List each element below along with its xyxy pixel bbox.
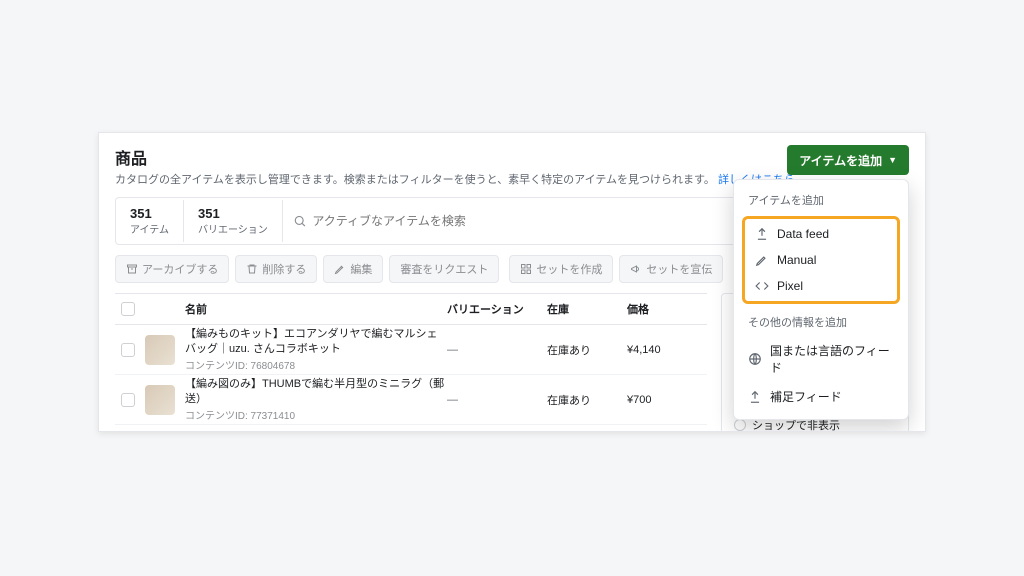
content-id: コンテンツID: 76804678 <box>185 357 447 372</box>
dropdown-item-data-feed[interactable]: Data feed <box>745 221 897 247</box>
row-checkbox[interactable] <box>121 343 135 357</box>
dropdown-section-title: その他の情報を追加 <box>738 310 904 336</box>
table-row[interactable]: 【毛糸】Terrier テリア｜[hus:] Factory Special S… <box>115 425 707 432</box>
upload-icon <box>755 227 769 241</box>
product-thumbnail <box>145 385 175 415</box>
col-price: 価格 <box>627 301 707 317</box>
col-stock: 在庫 <box>547 301 627 317</box>
product-name: 【編み図のみ】THUMBで編む半月型のミニラグ（郵送） <box>185 377 447 407</box>
code-icon <box>755 279 769 293</box>
dropdown-item-pixel[interactable]: Pixel <box>745 273 897 299</box>
search-icon <box>293 214 307 228</box>
table-row[interactable]: 【編み図のみ】THUMBで編む半月型のミニラグ（郵送） コンテンツID: 773… <box>115 375 707 425</box>
add-items-dropdown: アイテムを追加 Data feed Manual Pixel その他の情報を追加… <box>733 179 909 420</box>
radio-icon <box>734 419 746 431</box>
highlighted-group: Data feed Manual Pixel <box>742 216 900 304</box>
create-set-button[interactable]: セットを作成 <box>509 255 613 283</box>
product-thumbnail <box>145 335 175 365</box>
dropdown-item-supp-feed[interactable]: 補足フィード <box>738 382 904 411</box>
items-table: 名前 バリエーション 在庫 価格 【編みものキット】エコアンダリヤで編むマルシェ… <box>115 293 707 432</box>
col-variation: バリエーション <box>447 301 547 317</box>
delete-button[interactable]: 削除する <box>235 255 317 283</box>
globe-icon <box>748 352 762 366</box>
dropdown-item-locale-feed[interactable]: 国または言語のフィード <box>738 336 904 382</box>
upload-icon <box>748 390 762 404</box>
row-checkbox[interactable] <box>121 393 135 407</box>
col-name: 名前 <box>185 301 447 317</box>
trash-icon <box>246 263 258 275</box>
pencil-icon <box>334 263 346 275</box>
table-row[interactable]: 【編みものキット】エコアンダリヤで編むマルシェバッグ｜uzu. さんコラボキット… <box>115 325 707 375</box>
add-items-button[interactable]: アイテムを追加 ▼ <box>787 145 909 175</box>
content-id: コンテンツID: 77371410 <box>185 407 447 422</box>
dropdown-section-title: アイテムを追加 <box>738 188 904 214</box>
variations-count: 351 バリエーション <box>184 200 283 242</box>
product-name: 【編みものキット】エコアンダリヤで編むマルシェバッグ｜uzu. さんコラボキット <box>185 327 447 357</box>
table-header: 名前 バリエーション 在庫 価格 <box>115 293 707 325</box>
select-all-checkbox[interactable] <box>121 302 135 316</box>
promote-set-button[interactable]: セットを宣伝 <box>619 255 723 283</box>
grid-icon <box>520 263 532 275</box>
dropdown-item-manual[interactable]: Manual <box>745 247 897 273</box>
subtitle-text: カタログの全アイテムを表示し管理できます。検索またはフィルターを使うと、素早く特… <box>115 174 715 186</box>
catalog-panel: 商品 カタログの全アイテムを表示し管理できます。検索またはフィルターを使うと、素… <box>98 132 926 432</box>
megaphone-icon <box>630 263 642 275</box>
chevron-down-icon: ▼ <box>888 155 897 165</box>
archive-icon <box>126 263 138 275</box>
request-review-button[interactable]: 審査をリクエスト <box>389 255 499 283</box>
items-count: 351 アイテム <box>116 200 184 242</box>
edit-button[interactable]: 編集 <box>323 255 383 283</box>
pencil-icon <box>755 253 769 267</box>
archive-button[interactable]: アーカイブする <box>115 255 229 283</box>
